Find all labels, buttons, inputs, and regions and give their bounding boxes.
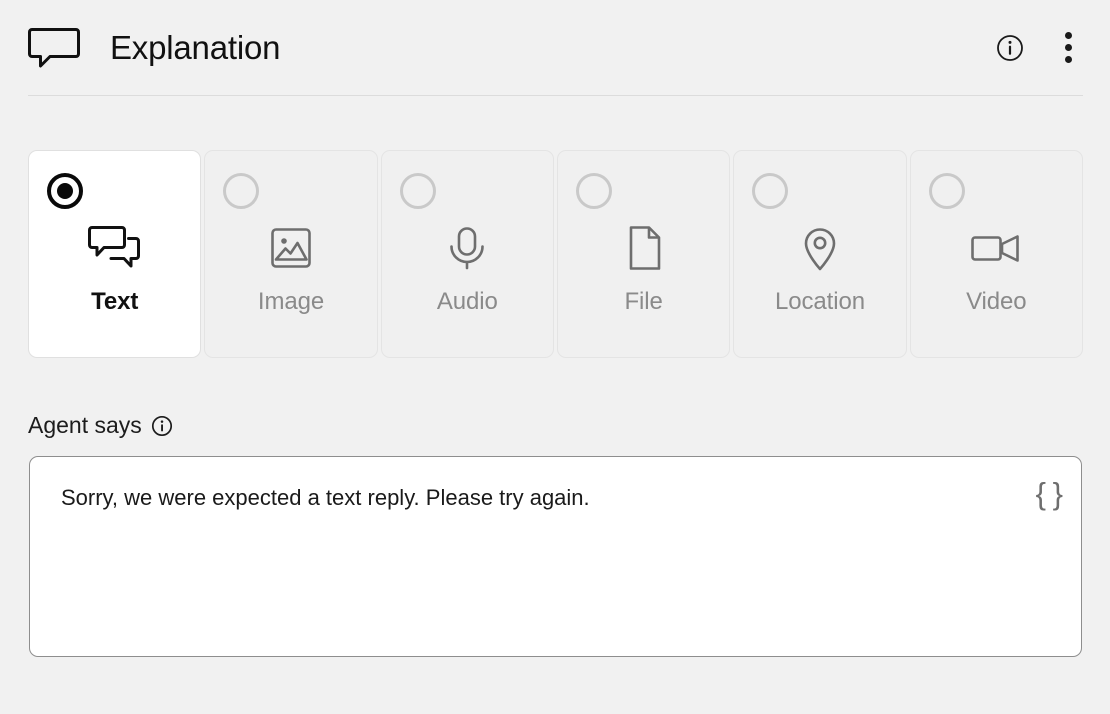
radio-file[interactable] [575,173,612,209]
header-actions [995,32,1083,63]
type-card-text[interactable]: Text [28,150,202,358]
type-card-label: File [624,288,663,315]
type-card-label: Image [257,288,325,315]
video-camera-icon [969,224,1023,272]
type-card-location[interactable]: Location [733,150,907,358]
type-card-label: Audio [436,288,498,315]
type-card-audio[interactable]: Audio [380,150,554,358]
chat-bubbles-icon [87,224,142,272]
radio-text[interactable] [47,173,83,209]
type-card-label: Text [91,288,139,315]
kebab-dot [1064,32,1072,39]
kebab-menu-icon[interactable] [1053,32,1083,63]
type-card-label: Location [775,288,865,315]
info-filled-icon[interactable] [151,415,173,437]
kebab-dot [1064,44,1072,51]
header-divider [28,95,1083,96]
image-icon [267,224,315,272]
type-card-label: Video [966,288,1027,315]
agent-says-value[interactable]: Sorry, we were expected a text reply. Pl… [61,483,1009,513]
agent-says-textarea[interactable]: Sorry, we were expected a text reply. Pl… [29,456,1082,657]
info-circle-icon[interactable] [995,33,1025,63]
file-icon [622,224,666,272]
kebab-dots [1064,32,1072,63]
speech-bubble-icon [28,26,82,70]
radio-location[interactable] [752,173,789,209]
radio-audio[interactable] [399,173,436,209]
radio-image[interactable] [223,173,260,209]
type-card-image[interactable]: Image [204,150,378,358]
agent-says-label: Agent says [28,412,142,438]
type-card-file[interactable]: File [556,150,731,358]
curly-braces-icon[interactable]: { } [1036,477,1063,511]
kebab-dot [1064,56,1072,63]
microphone-icon [443,224,491,272]
radio-video[interactable] [928,173,965,209]
map-pin-icon [798,224,842,272]
type-card-video[interactable]: Video [909,150,1083,358]
page-title: Explanation [110,28,281,66]
agent-says-label-row: Agent says [28,412,173,439]
reply-type-selector: Text Image Audio File Location Video [28,150,1083,358]
panel-header: Explanation [28,0,1083,95]
